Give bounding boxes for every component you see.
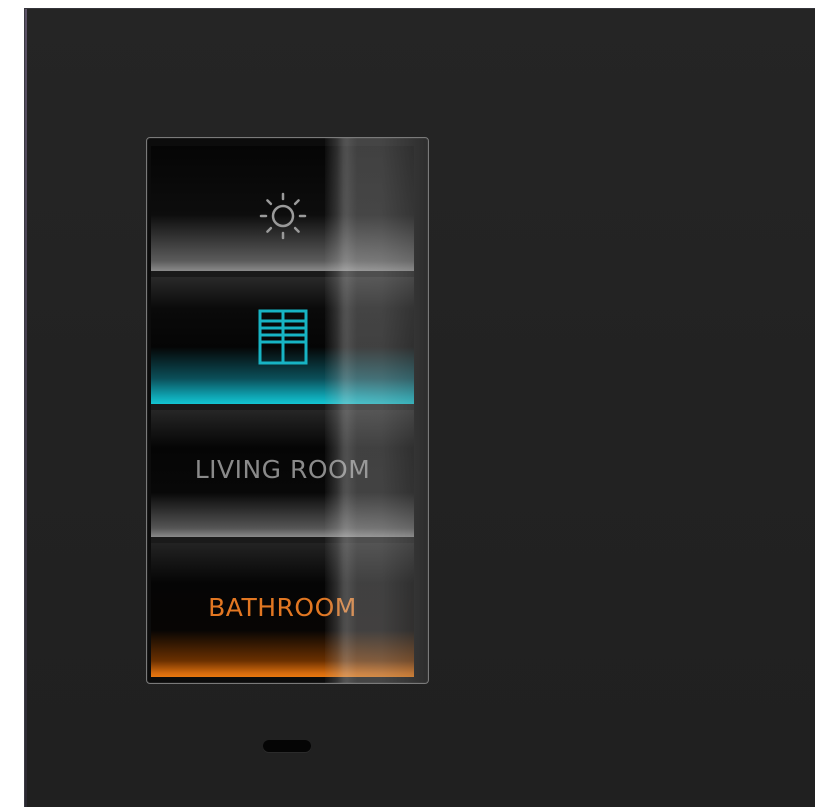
sun-icon [151,186,414,246]
tile-blinds[interactable] [151,277,414,404]
tile-lights[interactable] [151,146,414,271]
switch-plate: LIVING ROOM BATHROOM [24,8,815,807]
window-blinds-icon [151,307,414,367]
proximity-sensor [263,740,311,752]
tile-living-room[interactable]: LIVING ROOM [151,410,414,537]
plate-edge [25,9,27,807]
bathroom-label: BATHROOM [208,593,357,622]
tile-bathroom[interactable]: BATHROOM [151,543,414,677]
touch-screen: LIVING ROOM BATHROOM [146,137,429,684]
living-room-label: LIVING ROOM [194,455,371,484]
